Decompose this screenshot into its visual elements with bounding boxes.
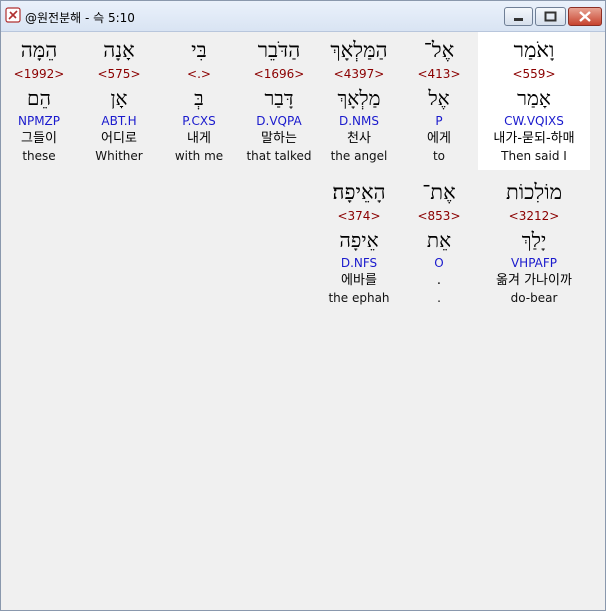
minimize-button[interactable] <box>504 7 533 26</box>
lemma-word: מַלְאָךְ <box>337 86 381 110</box>
strong-number: <853> <box>417 209 461 223</box>
window-title: @원전분해 - 슥 5:10 <box>25 11 135 25</box>
word-column[interactable]: הַדֹּבֵר <1696> דָּבַר D.VQPA 말하는 that talked <box>240 32 318 170</box>
title-bar[interactable]: @원전분해 - 슥 5:10 <box>1 1 605 32</box>
hebrew-word: אֶת־ <box>422 180 456 204</box>
korean-gloss: 그들이 <box>21 131 57 146</box>
lemma-word: אֶל <box>428 86 450 110</box>
hebrew-word: מוֹלִכוֹת <box>505 180 563 204</box>
strong-number: <575> <box>97 67 141 81</box>
korean-gloss: 천사 <box>347 131 371 146</box>
minimize-icon <box>514 18 523 21</box>
parse-code: VHPAFP <box>510 256 558 270</box>
korean-gloss: 내가-묻되-하매 <box>493 131 575 146</box>
parse-code: D.NFS <box>340 256 378 270</box>
word-column[interactable]: וָאֹמַר <559> אָמַר CW.VQIXS 내가-묻되-하매 Then sa… <box>478 32 590 170</box>
parse-code: D.NMS <box>338 114 379 128</box>
hebrew-word: וָאֹמַר <box>513 38 555 62</box>
parse-code: D.VQPA <box>256 114 302 128</box>
lemma-word: יָלַךְ <box>521 228 547 252</box>
english-gloss: the angel <box>330 149 388 163</box>
parse-code: CW.VQIXS <box>504 114 564 128</box>
strong-number: <3212> <box>508 209 560 223</box>
korean-gloss: 말하는 <box>261 131 297 146</box>
hebrew-word: הֵמָּה <box>20 38 58 62</box>
hebrew-word: אֶל־ <box>423 38 455 62</box>
hebrew-word: הַדֹּבֵר <box>257 38 301 62</box>
strong-number: <374> <box>337 209 381 223</box>
english-gloss: Whither <box>95 149 143 163</box>
strong-number: <413> <box>417 67 461 81</box>
word-column[interactable]: מוֹלִכוֹת <3212> יָלַךְ VHPAFP 옮겨 가나이까 do-bea… <box>478 174 590 312</box>
word-column[interactable]: אֶל־ <413> אֶל P 에게 to <box>400 32 478 170</box>
parse-code: O <box>434 256 444 270</box>
word-column[interactable]: בִּי <.> בְּ P.CXS 내게 with me <box>160 32 238 170</box>
strong-number: <.> <box>187 67 211 81</box>
lemma-word: דָּבַר <box>264 86 294 110</box>
parse-code: P.CXS <box>182 114 216 128</box>
english-gloss: the ephah <box>328 291 390 305</box>
word-column[interactable]: הָאֵיפָה׃ <374> אֵיפָה D.NFS 에바를 the ephah <box>320 174 398 312</box>
lemma-word: אָמַר <box>517 86 551 110</box>
korean-gloss: 어디로 <box>101 131 137 146</box>
english-gloss: these <box>22 149 56 163</box>
lemma-word: אָן <box>110 86 128 110</box>
word-column[interactable]: הֵמָּה <1992> הֵם NPMZP 그들이 these <box>0 32 78 170</box>
close-icon <box>579 11 591 22</box>
korean-gloss: . <box>436 273 442 288</box>
english-gloss: do-bear <box>510 291 558 305</box>
english-gloss: to <box>432 149 446 163</box>
analysis-panel: וָאֹמַר <559> אָמַר CW.VQIXS 내가-묻되-하매 Then sa… <box>6 32 600 605</box>
close-button[interactable] <box>568 7 602 26</box>
korean-gloss: 에게 <box>427 131 451 146</box>
lemma-word: הֵם <box>27 86 51 110</box>
parse-code: P <box>435 114 443 128</box>
strong-number: <4397> <box>333 67 385 81</box>
app-window: @원전분해 - 슥 5:10 וָאֹמַר <559> אָמַר CW.VQIXS… <box>0 0 606 611</box>
word-column[interactable]: אָנָה <575> אָן ABT.H 어디로 Whither <box>80 32 158 170</box>
lemma-word: בְּ <box>194 86 204 110</box>
hebrew-word: אָנָה <box>103 38 135 62</box>
parse-code: NPMZP <box>17 114 61 128</box>
app-icon <box>5 7 21 23</box>
english-gloss: with me <box>174 149 224 163</box>
english-gloss: that talked <box>246 149 312 163</box>
hebrew-word: הָאֵיפָה׃ <box>332 180 386 204</box>
strong-number: <1696> <box>253 67 305 81</box>
strong-number: <559> <box>512 67 556 81</box>
maximize-icon <box>544 11 557 22</box>
lemma-word: אֵיפָה <box>339 228 379 252</box>
parse-code: ABT.H <box>101 114 137 128</box>
hebrew-word: הַמַּלְאָךְ <box>330 38 388 62</box>
word-column[interactable]: אֶת־ <853> אֵת O.. <box>400 174 478 312</box>
korean-gloss: 옮겨 가나이까 <box>496 273 572 288</box>
korean-gloss: 에바를 <box>341 273 377 288</box>
maximize-button[interactable] <box>535 7 566 26</box>
lemma-word: אֵת <box>426 228 452 252</box>
word-column[interactable]: הַמַּלְאָךְ <4397> מַלְאָךְ D.NMS 천사 the ange… <box>320 32 398 170</box>
english-gloss: . <box>437 291 441 305</box>
english-gloss: Then said I <box>501 149 567 163</box>
strong-number: <1992> <box>13 67 65 81</box>
hebrew-word: בִּי <box>191 38 207 62</box>
korean-gloss: 내게 <box>187 131 211 146</box>
